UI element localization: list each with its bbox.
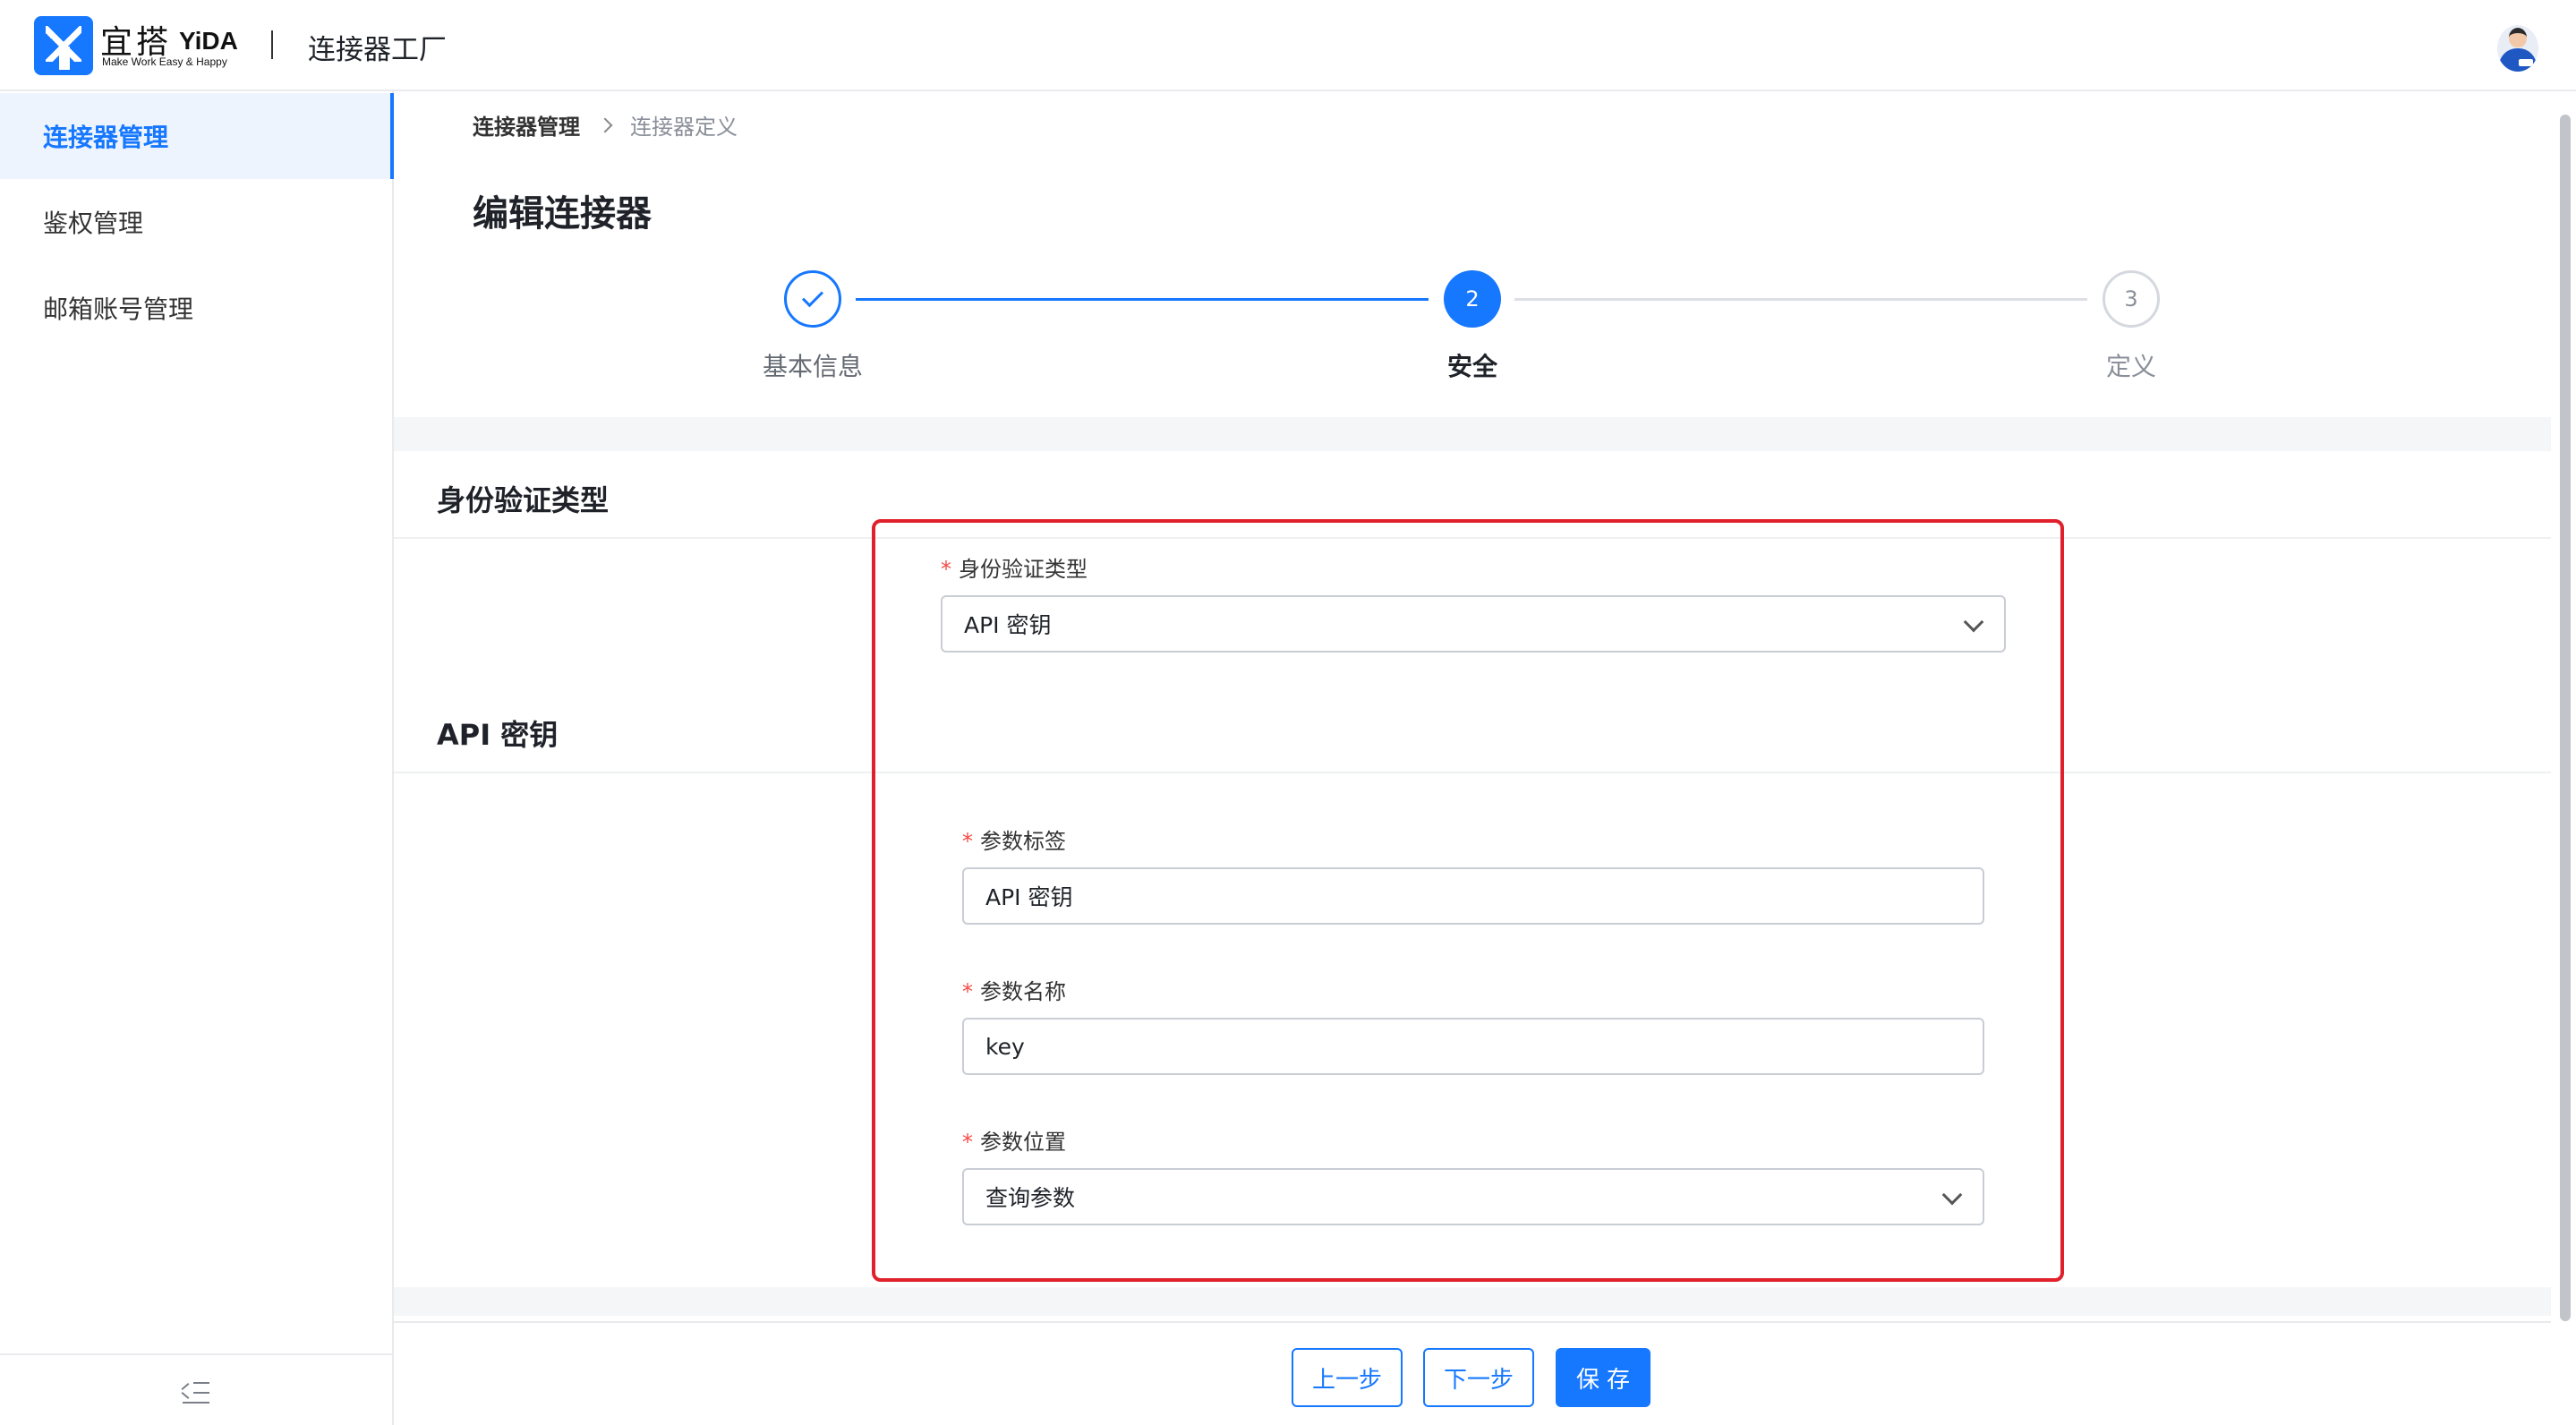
step-number: 3 [2124,286,2138,311]
highlight-annotation-box [872,519,2064,1282]
logo-slogan: Make Work Easy & Happy [102,55,227,68]
sidebar-item-email-account-management[interactable]: 邮箱账号管理 [0,265,390,351]
step-3-definition[interactable]: 3 [2103,270,2160,328]
scrollbar-thumb[interactable] [2560,115,2571,1321]
breadcrumb: 连接器管理 连接器定义 [473,109,738,141]
page-scrollbar[interactable] [2551,91,2576,1425]
yida-logo-icon[interactable] [34,16,93,75]
form-footer: 上一步 下一步 保存 [394,1321,2551,1425]
section-title-auth-type: 身份验证类型 [437,483,610,517]
sidebar-item-label: 连接器管理 [43,123,169,152]
step-connector-pending [1514,298,2087,301]
avatar-head [2509,28,2527,47]
breadcrumb-chevron-right-icon [597,117,613,132]
sidebar-item-label: 邮箱账号管理 [43,294,194,324]
previous-step-button[interactable]: 上一步 [1292,1348,1403,1407]
header-divider [271,30,273,59]
section-separator [394,1287,2551,1316]
check-icon [801,286,824,308]
avatar-badge [2519,59,2533,66]
page-title: 编辑连接器 [473,193,652,235]
next-step-button[interactable]: 下一步 [1423,1348,1534,1407]
sidebar-footer [0,1353,392,1425]
collapse-sidebar-icon[interactable] [181,1382,209,1404]
sidebar-item-auth-management[interactable]: 鉴权管理 [0,179,390,265]
step-1-basic-info[interactable] [784,270,841,328]
save-button[interactable]: 保存 [1556,1348,1651,1407]
step-number: 2 [1465,286,1480,311]
sidebar: 连接器管理 鉴权管理 邮箱账号管理 [0,91,394,1425]
step-2-security[interactable]: 2 [1444,270,1501,328]
top-bar: 宜搭 YiDA Make Work Easy & Happy 连接器工厂 [0,0,2576,91]
logo-english-text: YiDA [179,27,238,55]
section-separator [394,417,2551,451]
step-connector-done [856,298,1429,301]
breadcrumb-connector-management[interactable]: 连接器管理 [473,109,580,141]
sidebar-item-label: 鉴权管理 [43,209,144,238]
sidebar-item-connector-management[interactable]: 连接器管理 [0,93,394,179]
section-title-api-key: API 密钥 [437,718,559,752]
app-title: 连接器工厂 [308,34,447,66]
breadcrumb-connector-definition: 连接器定义 [630,115,738,140]
step-label-security: 安全 [1446,352,1497,381]
step-label-definition: 定义 [2105,352,2156,381]
main-content: 连接器管理 连接器定义 编辑连接器 2 3 基本信息 安全 定义 身份验证类型 … [394,91,2551,1425]
user-avatar[interactable] [2497,25,2538,72]
step-label-basic-info: 基本信息 [762,352,863,381]
